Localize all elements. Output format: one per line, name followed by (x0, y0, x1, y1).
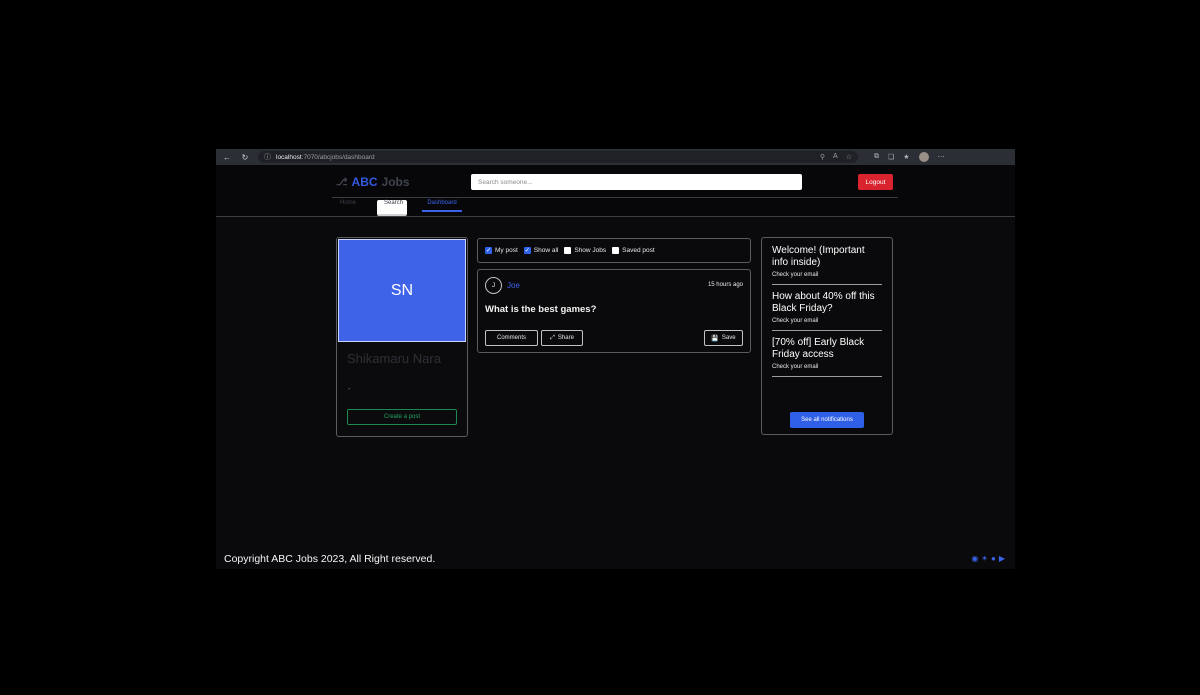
see-all-notifications-button[interactable]: See all notifications (790, 412, 864, 428)
url-path: :7070/abcjobs/dashboard (301, 153, 375, 161)
logo-abc-text: ABC (351, 175, 378, 189)
tab-home[interactable]: Home (340, 200, 356, 210)
comments-label: Comments (496, 335, 526, 341)
checkbox-checked-icon[interactable]: ✓ (523, 247, 531, 254)
tab-dashboard[interactable]: Dashboard (422, 200, 462, 212)
save-button[interactable]: 💾 Save (704, 330, 743, 346)
notification-item[interactable]: [70% off] Early Black Friday access Chec… (772, 337, 882, 377)
notification-subtitle: Check your email (772, 272, 819, 278)
avatar-initials: SN (390, 281, 414, 299)
filter-saved-post[interactable]: Saved post (612, 247, 655, 254)
logo-icon: ⎇ (336, 176, 348, 188)
filter-label: Show all (533, 247, 559, 254)
favorite-star-icon[interactable]: ☆ (846, 153, 852, 161)
notification-subtitle: Check your email (772, 318, 819, 324)
save-label: Save (721, 335, 736, 341)
search-input[interactable] (471, 174, 802, 190)
share-icon: ⤢ (550, 334, 555, 341)
notification-subtitle: Check your email (772, 364, 819, 370)
facebook-icon[interactable]: ● (991, 555, 996, 563)
social-links: ◉ ✶ ● ▶ (971, 555, 1005, 563)
post-filter-bar: ✓ My post ✓ Show all Show Jobs Saved pos… (477, 238, 751, 263)
browser-window: ← ↻ ⓘ localhost:7070/abcjobs/dashboard ⚲… (216, 149, 1015, 569)
browser-profile-avatar[interactable] (918, 152, 929, 162)
filter-show-all[interactable]: ✓ Show all (523, 247, 559, 254)
notification-title: Welcome! (Important info inside) (772, 245, 865, 268)
url-host: localhost (276, 153, 302, 161)
refresh-icon[interactable]: ↻ (240, 153, 250, 162)
filter-my-post[interactable]: ✓ My post (485, 247, 518, 254)
tab-search[interactable]: Search (377, 200, 407, 216)
share-button[interactable]: ⤢ Share (541, 330, 583, 346)
github-icon[interactable]: ◉ (971, 555, 978, 563)
back-icon[interactable]: ← (222, 153, 232, 162)
notification-title: [70% off] Early Black Friday access (772, 337, 865, 360)
read-aloud-icon[interactable]: A (833, 153, 838, 161)
author-initial: J (491, 282, 496, 289)
favorites-icon[interactable]: ★ (903, 153, 909, 161)
profile-card: SN Shikamaru Nara - Create a post (336, 237, 468, 437)
create-post-button[interactable]: Create a post (347, 409, 457, 425)
logout-button[interactable]: Logout (858, 174, 893, 190)
post-title: What is the best games? (485, 304, 597, 315)
filter-show-jobs[interactable]: Show Jobs (564, 247, 606, 254)
post-card: J Joe 15 hours ago What is the best game… (477, 269, 751, 353)
key-icon[interactable]: ⚲ (820, 153, 825, 161)
filter-label: My post (495, 247, 518, 254)
notifications-panel: Welcome! (Important info inside) Check y… (761, 237, 893, 435)
info-icon[interactable]: ⓘ (264, 152, 271, 162)
share-label: Share (557, 335, 574, 341)
address-bar[interactable]: ⓘ localhost:7070/abcjobs/dashboard ⚲ A ☆ (258, 151, 858, 163)
post-author-avatar[interactable]: J (485, 277, 502, 294)
extensions-icon[interactable]: ⧉ (874, 153, 879, 161)
profile-subtitle: - (348, 386, 351, 393)
site-header: ⎇ ABC Jobs Logout Home Search Dashboard (216, 165, 1015, 217)
collections-icon[interactable]: ❏ (888, 153, 894, 161)
post-timestamp: 15 hours ago (707, 282, 743, 288)
browser-toolbar: ← ↻ ⓘ localhost:7070/abcjobs/dashboard ⚲… (216, 149, 1015, 165)
footer-copyright: Copyright ABC Jobs 2023, All Right reser… (224, 553, 436, 565)
notification-title: How about 40% off this Black Friday? (772, 291, 875, 314)
filter-label: Saved post (622, 247, 655, 254)
checkbox-unchecked-icon[interactable] (564, 247, 572, 254)
notification-item[interactable]: How about 40% off this Black Friday? Che… (772, 291, 882, 331)
notification-item[interactable]: Welcome! (Important info inside) Check y… (772, 245, 882, 285)
checkbox-checked-icon[interactable]: ✓ (485, 247, 492, 254)
twitter-icon[interactable]: ✶ (981, 555, 988, 563)
profile-name: Shikamaru Nara (347, 351, 441, 366)
save-icon: 💾 (711, 335, 719, 342)
profile-avatar: SN (338, 239, 466, 342)
comments-button[interactable]: Comments (485, 330, 538, 346)
filter-label: Show Jobs (574, 247, 607, 254)
header-divider (332, 197, 898, 198)
youtube-icon[interactable]: ▶ (999, 555, 1005, 563)
checkbox-unchecked-icon[interactable] (612, 247, 620, 254)
more-options-icon[interactable]: ⋯ (938, 153, 945, 161)
logo-jobs-text: Jobs (381, 175, 410, 189)
post-author-link[interactable]: Joe (507, 281, 520, 290)
site-logo[interactable]: ⎇ ABC Jobs (336, 175, 410, 189)
